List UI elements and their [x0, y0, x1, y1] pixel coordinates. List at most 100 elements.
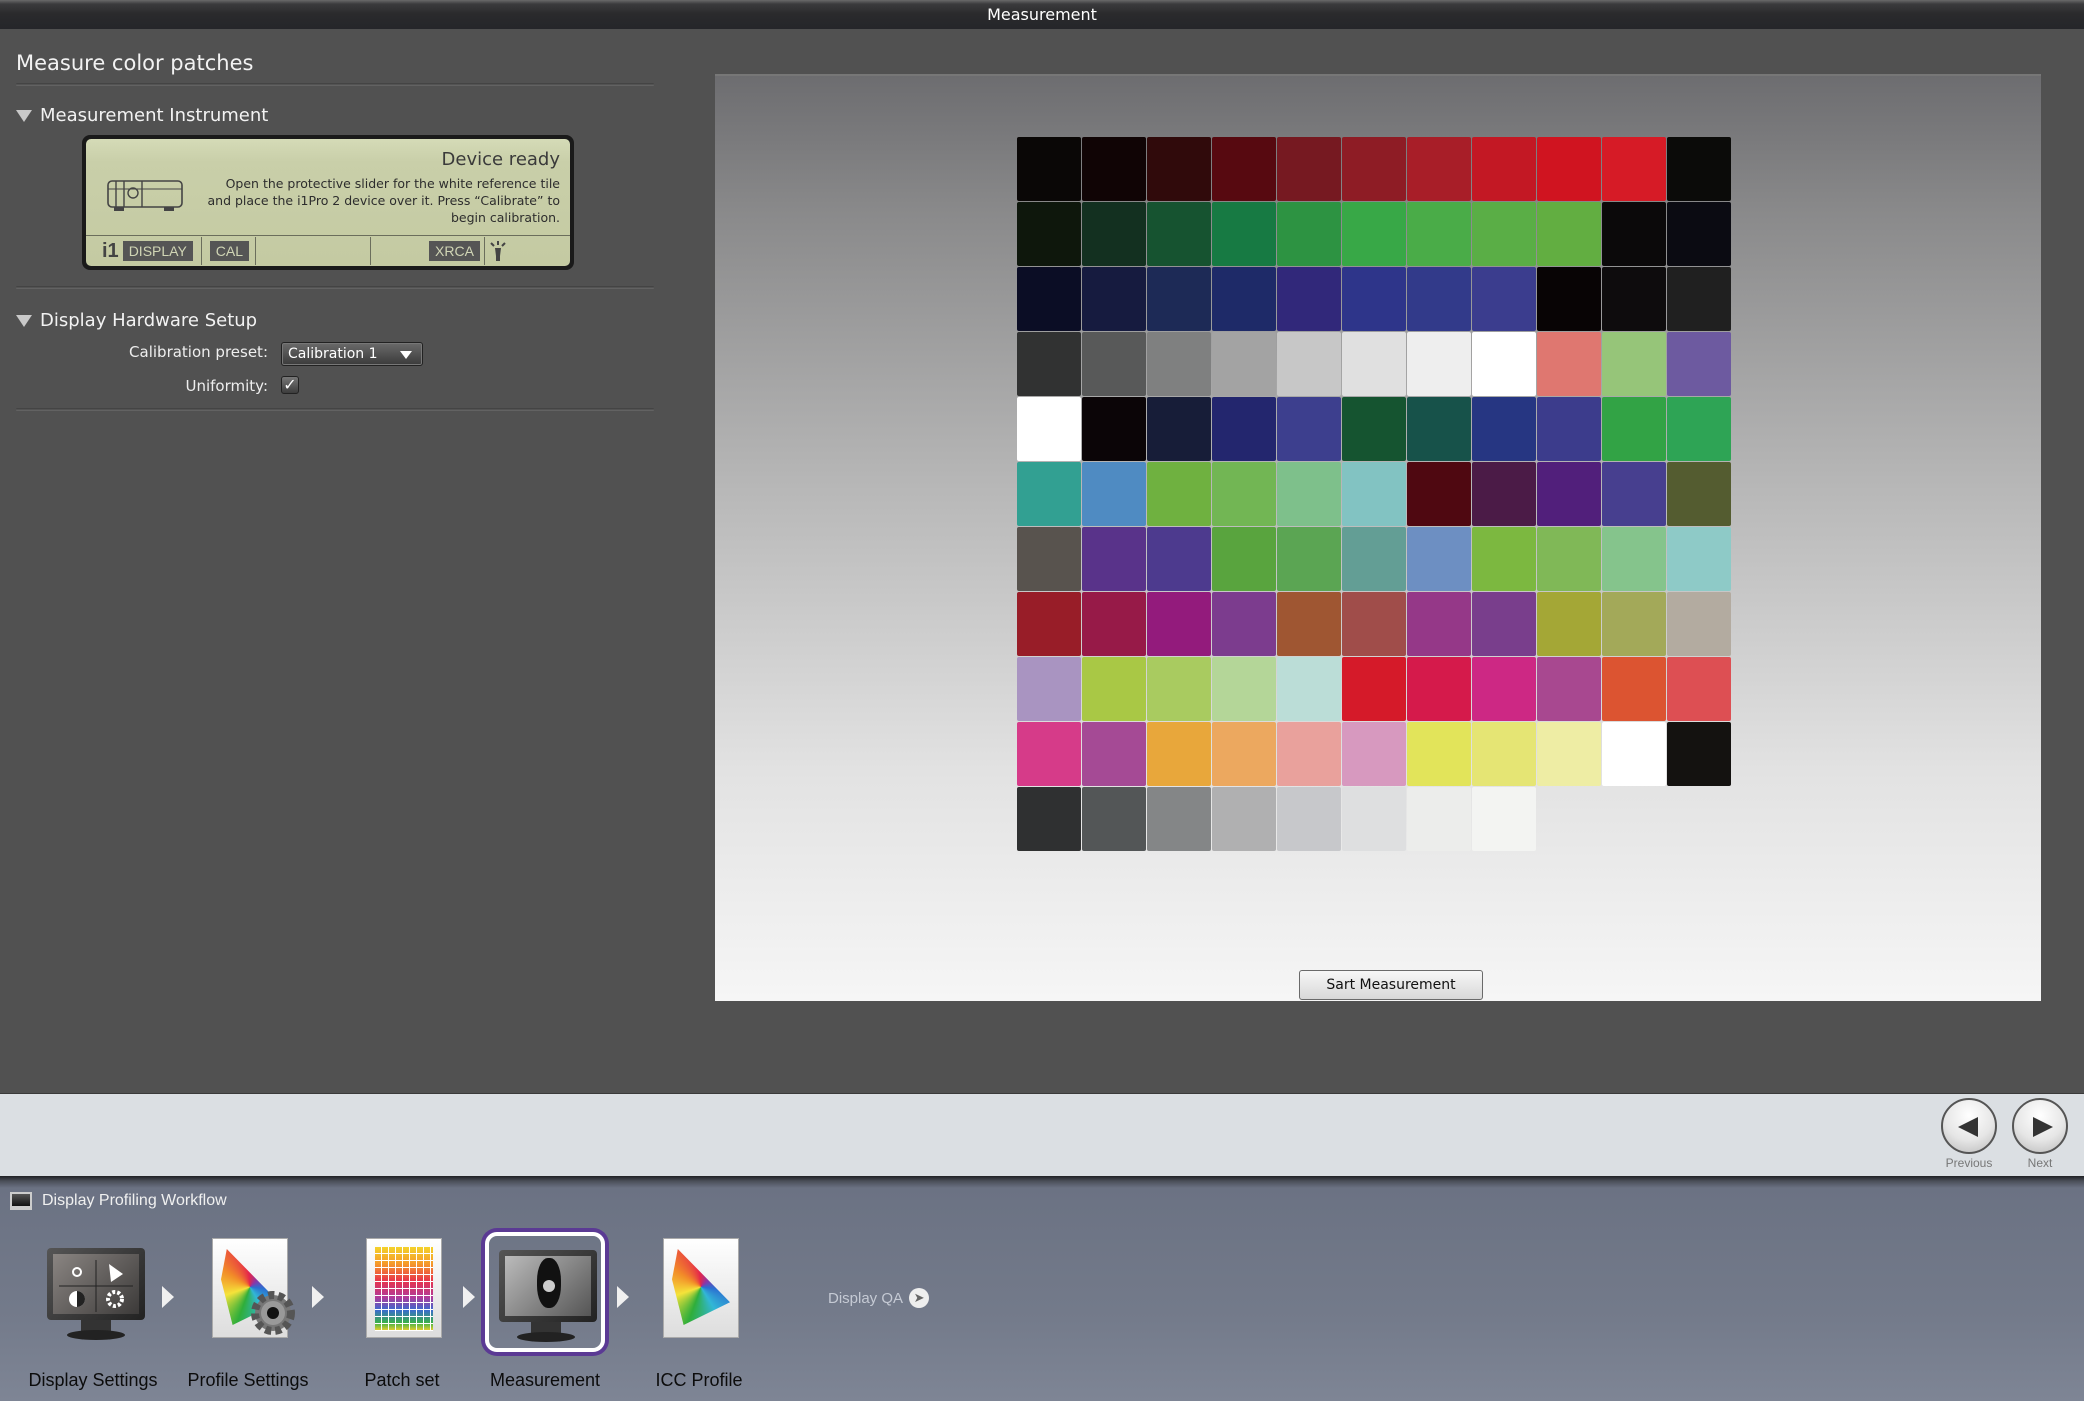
color-patch	[1147, 527, 1211, 591]
color-patch	[1017, 202, 1081, 266]
color-patch	[1407, 202, 1471, 266]
color-patch	[1147, 722, 1211, 786]
color-patch	[1277, 787, 1341, 851]
workflow-step-patch-set[interactable]: Patch set	[327, 1232, 477, 1391]
color-patch	[1342, 137, 1406, 201]
color-patch	[1667, 397, 1731, 461]
display-settings-icon	[33, 1232, 153, 1352]
color-patch	[1082, 657, 1146, 721]
color-patch	[1342, 657, 1406, 721]
color-patch-grid	[1017, 137, 1732, 852]
color-patch	[1342, 527, 1406, 591]
color-patch	[1667, 722, 1731, 786]
color-patch	[1407, 397, 1471, 461]
color-patch	[1667, 592, 1731, 656]
color-patch	[1082, 397, 1146, 461]
color-patch	[1212, 267, 1276, 331]
color-patch	[1537, 267, 1601, 331]
color-patch	[1212, 462, 1276, 526]
workflow-step-label: Display Settings	[28, 1370, 158, 1390]
patch-set-icon	[342, 1232, 462, 1352]
color-patch	[1082, 332, 1146, 396]
color-patch	[1212, 787, 1276, 851]
color-patch	[1277, 202, 1341, 266]
previous-button[interactable]: Previous	[1941, 1098, 1997, 1170]
color-patch	[1667, 202, 1731, 266]
color-patch	[1017, 527, 1081, 591]
color-patch	[1342, 787, 1406, 851]
section-heading: Measurement Instrument	[40, 105, 269, 126]
color-patch	[1667, 332, 1731, 396]
color-patch	[1602, 267, 1666, 331]
color-patch	[1147, 332, 1211, 396]
color-patch	[1407, 332, 1471, 396]
color-patch	[1017, 657, 1081, 721]
color-patch	[1472, 527, 1536, 591]
color-patch	[1667, 267, 1731, 331]
color-patch	[1667, 137, 1731, 201]
color-patch	[1212, 137, 1276, 201]
display-qa-link[interactable]: Display QA ➤	[828, 1288, 930, 1308]
color-patch	[1082, 462, 1146, 526]
profile-settings-icon	[188, 1232, 308, 1352]
xrca-tag: XRCA	[429, 241, 480, 261]
display-qa-label: Display QA	[828, 1289, 904, 1307]
color-patch	[1342, 202, 1406, 266]
checkmark-icon: ✓	[283, 375, 297, 394]
color-patch	[1082, 722, 1146, 786]
color-patch	[1602, 202, 1666, 266]
color-patch	[1472, 137, 1536, 201]
lamp-icon	[490, 241, 506, 261]
color-patch	[1017, 267, 1081, 331]
device-lcd-bar: i1 DISPLAY CAL XRCA	[86, 235, 570, 266]
monitor-icon	[10, 1192, 32, 1210]
color-patch	[1212, 202, 1276, 266]
color-patch	[1082, 592, 1146, 656]
workflow-step-label: ICC Profile	[655, 1370, 743, 1390]
color-patch	[1537, 202, 1601, 266]
color-patch	[1472, 787, 1536, 851]
color-patch	[1342, 462, 1406, 526]
workflow-step-measurement[interactable]: Measurement	[470, 1232, 620, 1391]
color-patch	[1407, 722, 1471, 786]
color-patch	[1212, 592, 1276, 656]
next-button[interactable]: Next	[2012, 1098, 2068, 1170]
color-patch	[1082, 787, 1146, 851]
color-patch	[1342, 267, 1406, 331]
workflow-step-icc-profile[interactable]: ICC Profile	[624, 1232, 774, 1391]
workflow-step-display-settings[interactable]: Display Settings	[18, 1232, 168, 1391]
color-patch	[1277, 397, 1341, 461]
divider	[16, 83, 654, 86]
workflow-step-profile-settings[interactable]: Profile Settings	[173, 1232, 323, 1391]
color-patch	[1277, 267, 1341, 331]
color-patch	[1602, 527, 1666, 591]
chevron-down-icon	[400, 351, 412, 359]
color-patch	[1277, 137, 1341, 201]
color-patch	[1472, 592, 1536, 656]
color-patch	[1212, 332, 1276, 396]
color-patch	[1342, 722, 1406, 786]
start-measurement-button[interactable]: Sart Measurement	[1299, 970, 1483, 1000]
color-patch	[1277, 722, 1341, 786]
workflow-header: Display Profiling Workflow	[10, 1192, 227, 1210]
section-toggle-display-hardware-setup[interactable]: Display Hardware Setup	[16, 310, 257, 331]
window-title: Measurement	[987, 5, 1097, 24]
uniformity-checkbox[interactable]: ✓	[281, 376, 299, 394]
calibration-preset-dropdown[interactable]: Calibration 1	[281, 342, 423, 366]
color-patch	[1277, 332, 1341, 396]
color-patch	[1147, 202, 1211, 266]
color-patch	[1602, 332, 1666, 396]
color-patch	[1147, 267, 1211, 331]
color-patch	[1017, 722, 1081, 786]
device-instructions: Open the protective slider for the white…	[207, 176, 561, 225]
previous-label: Previous	[1945, 1156, 1993, 1170]
arrow-left-icon	[1958, 1117, 1978, 1137]
color-patch	[1537, 527, 1601, 591]
device-status-display: Device ready Open the protective slider …	[82, 135, 574, 270]
workflow-step-label: Measurement	[489, 1370, 601, 1390]
color-patch	[1667, 657, 1731, 721]
color-patch	[1082, 202, 1146, 266]
section-toggle-measurement-instrument[interactable]: Measurement Instrument	[16, 105, 268, 126]
color-patch	[1212, 527, 1276, 591]
color-patch	[1537, 397, 1601, 461]
